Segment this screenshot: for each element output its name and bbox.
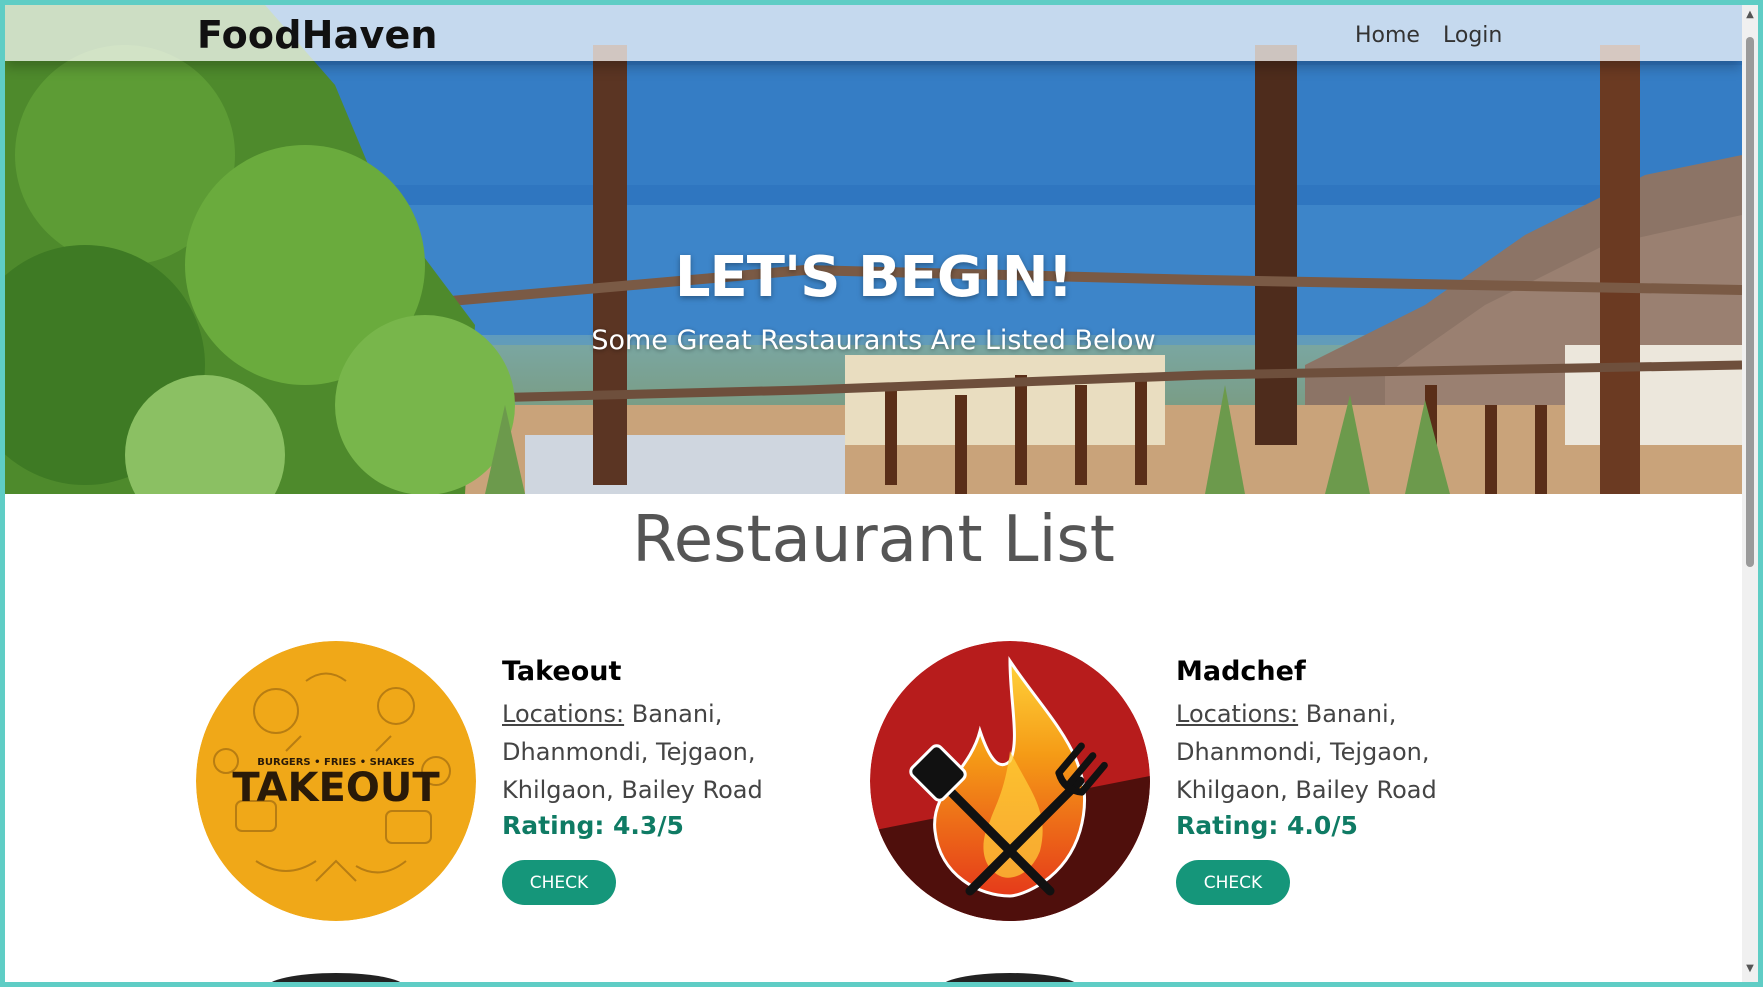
restaurant-name: Takeout xyxy=(502,656,622,687)
restaurant-list-heading: Restaurant List xyxy=(632,503,1115,577)
browser-viewport: FoodHaven Home Login LET'S BEGIN! Some G… xyxy=(5,5,1758,982)
vertical-scrollbar[interactable]: ▲ ▼ xyxy=(1742,5,1758,982)
restaurant-name: Madchef xyxy=(1176,656,1306,687)
madchef-logo xyxy=(870,641,1150,921)
locations-label: Locations: xyxy=(502,700,625,728)
hero-title: LET'S BEGIN! xyxy=(674,245,1073,310)
nav-home-link[interactable]: Home xyxy=(1355,23,1420,48)
nav-login-link[interactable]: Login xyxy=(1443,23,1502,48)
restaurant-rating: Rating: 4.3/5 xyxy=(502,811,684,840)
restaurant-rating: Rating: 4.0/5 xyxy=(1176,811,1358,840)
restaurant-locations: Locations: Banani, Dhanmondi, Tejgaon, K… xyxy=(1176,695,1476,809)
scroll-down-icon[interactable]: ▼ xyxy=(1744,963,1756,975)
check-button-takeout[interactable]: CHECK xyxy=(502,860,616,905)
next-restaurant-logo-peek xyxy=(940,973,1080,982)
check-button-madchef[interactable]: CHECK xyxy=(1176,860,1290,905)
locations-label: Locations: xyxy=(1176,700,1299,728)
takeout-info: Takeout Locations: Banani, Dhanmondi, Te… xyxy=(502,656,802,840)
takeout-logo: BURGERS • FRIES • SHAKES TAKEOUT xyxy=(196,641,476,921)
madchef-info: Madchef Locations: Banani, Dhanmondi, Te… xyxy=(1176,656,1476,840)
hero-banner: FoodHaven Home Login LET'S BEGIN! Some G… xyxy=(5,5,1742,494)
top-navbar: FoodHaven Home Login xyxy=(5,5,1742,61)
takeout-logo-wordmark: TAKEOUT xyxy=(232,765,440,811)
scroll-up-icon[interactable]: ▲ xyxy=(1744,9,1756,21)
next-restaurant-logo-peek xyxy=(266,973,406,982)
restaurant-locations: Locations: Banani, Dhanmondi, Tejgaon, K… xyxy=(502,695,802,809)
hero-subtitle: Some Great Restaurants Are Listed Below xyxy=(591,325,1156,356)
brand-logo[interactable]: FoodHaven xyxy=(197,13,438,57)
scrollbar-thumb[interactable] xyxy=(1746,37,1754,567)
